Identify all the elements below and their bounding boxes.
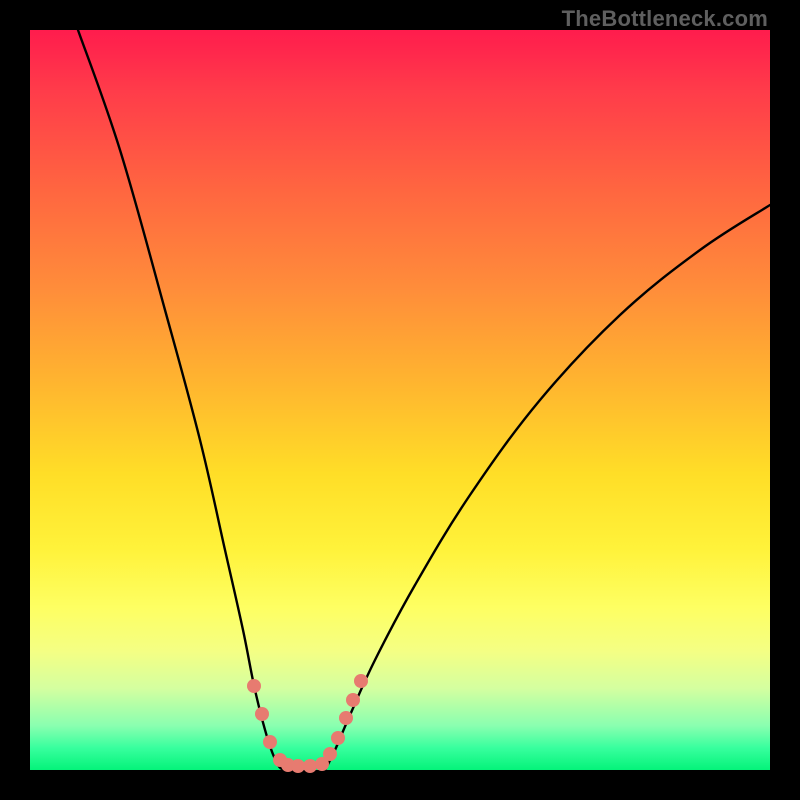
- marker-dot: [247, 679, 261, 693]
- left-branch-path: [78, 30, 285, 770]
- watermark-text: TheBottleneck.com: [562, 6, 768, 32]
- marker-dot: [303, 759, 317, 773]
- marker-dot: [331, 731, 345, 745]
- marker-dot: [323, 747, 337, 761]
- marker-group: [247, 674, 368, 773]
- right-branch-path: [325, 205, 770, 770]
- outer-frame: TheBottleneck.com: [0, 0, 800, 800]
- marker-dot: [255, 707, 269, 721]
- marker-dot: [339, 711, 353, 725]
- marker-dot: [263, 735, 277, 749]
- curve-layer: [30, 30, 770, 770]
- marker-dot: [354, 674, 368, 688]
- marker-dot: [291, 759, 305, 773]
- plot-area: [30, 30, 770, 770]
- marker-dot: [346, 693, 360, 707]
